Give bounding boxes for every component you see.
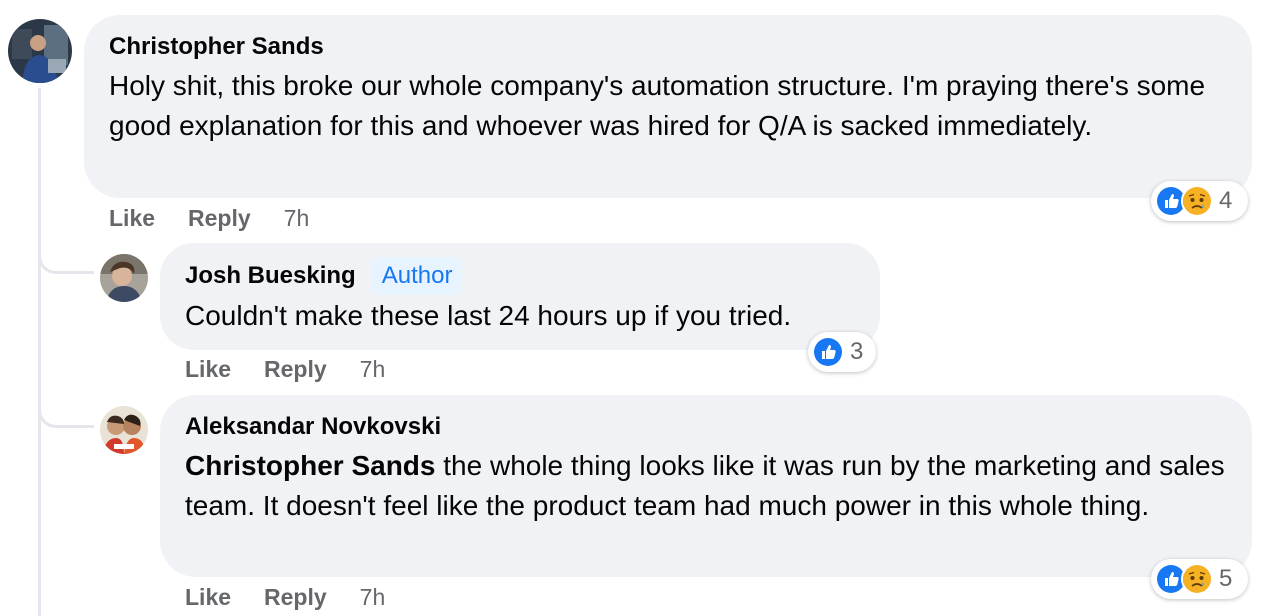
comment-author[interactable]: Christopher Sands <box>109 32 324 62</box>
comment-actions: Like Reply 7h <box>185 582 385 612</box>
comment-timestamp[interactable]: 7h <box>360 354 386 384</box>
reaction-count: 5 <box>1219 565 1233 592</box>
comment-text: Couldn't make these last 24 hours up if … <box>185 300 792 331</box>
comment-actions: Like Reply 7h <box>109 203 309 233</box>
comment-author[interactable]: Aleksandar Novkovski <box>185 412 441 442</box>
comment-bubble: Josh Buesking Author Couldn't make these… <box>160 243 880 350</box>
reaction-summary[interactable]: 3 <box>808 332 876 372</box>
comment-bubble: Aleksandar Novkovski Christopher Sands t… <box>160 395 1252 577</box>
comment-actions: Like Reply 7h <box>185 354 385 384</box>
thread-line <box>38 88 41 616</box>
reaction-summary[interactable]: 4 <box>1151 181 1248 221</box>
comment-bubble: Christopher Sands Holy shit, this broke … <box>84 15 1252 198</box>
like-button[interactable]: Like <box>109 203 155 233</box>
comment-timestamp[interactable]: 7h <box>360 582 386 612</box>
reply-button[interactable]: Reply <box>188 203 251 233</box>
avatar-christopher-sands[interactable] <box>8 19 72 83</box>
reply-connector <box>38 250 94 274</box>
reply-button[interactable]: Reply <box>264 582 327 612</box>
sad-icon <box>1181 563 1213 595</box>
reaction-summary[interactable]: 5 <box>1151 559 1248 599</box>
reply-connector <box>38 404 94 428</box>
comment-text: Christopher Sands the whole thing looks … <box>185 446 1228 526</box>
mention-link[interactable]: Christopher Sands <box>185 450 435 481</box>
like-button[interactable]: Like <box>185 582 231 612</box>
like-icon <box>812 336 844 368</box>
author-badge: Author <box>371 257 463 295</box>
like-button[interactable]: Like <box>185 354 231 384</box>
reaction-count: 3 <box>850 338 864 365</box>
avatar-josh-buesking[interactable] <box>100 254 148 302</box>
comment-author[interactable]: Josh Buesking <box>185 261 356 291</box>
avatar-aleksandar-novkovski[interactable] <box>100 406 148 454</box>
sad-icon <box>1181 185 1213 217</box>
comment-timestamp[interactable]: 7h <box>284 203 310 233</box>
reply-button[interactable]: Reply <box>264 354 327 384</box>
reaction-count: 4 <box>1219 187 1233 214</box>
comment-text: Holy shit, this broke our whole company'… <box>109 70 1206 141</box>
